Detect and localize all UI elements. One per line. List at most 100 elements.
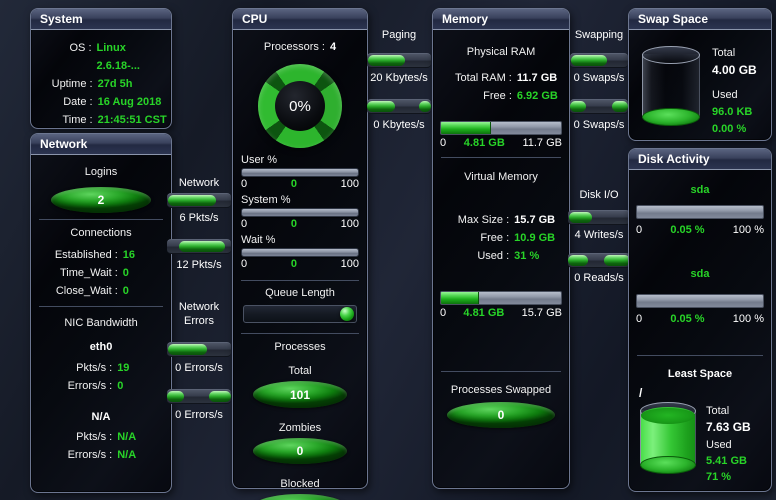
scale-current: 0.05 % bbox=[670, 313, 704, 325]
max-size-value: 15.7 GB bbox=[514, 211, 555, 229]
na-errors-row: Errors/s : N/A bbox=[31, 446, 171, 464]
swapping-label-1: 0 Swaps/s bbox=[570, 71, 628, 85]
swap-used-value: 96.0 KB bbox=[712, 105, 757, 120]
physical-ram-fill bbox=[441, 122, 491, 134]
established-row: Established : 16 bbox=[31, 246, 171, 264]
disk-io-label-2: 0 Reads/s bbox=[568, 271, 630, 285]
eth0-pkts-row: Pkts/s : 19 bbox=[31, 359, 171, 377]
zombies-label: Zombies bbox=[233, 422, 367, 434]
swap-total-value: 4.00 GB bbox=[712, 63, 757, 78]
zombies-gauge: 0 bbox=[253, 438, 347, 464]
network-errors-label-1: 0 Errors/s bbox=[167, 361, 231, 375]
disk-activity-panel: Disk Activity sda 0 0.05 % 100 % sda 0 0… bbox=[628, 148, 772, 492]
na-pkts-label: Pkts/s : bbox=[31, 428, 112, 446]
ram-free-value: 6.92 GB bbox=[517, 87, 558, 105]
least-space-total-value: 7.63 GB bbox=[706, 420, 751, 434]
connections-heading: Connections bbox=[31, 227, 171, 239]
flow-activity-segment bbox=[368, 55, 405, 66]
date-row: Date : 16 Aug 2018 bbox=[31, 93, 171, 111]
nic-na-name: N/A bbox=[31, 411, 171, 423]
scale-max: 15.7 GB bbox=[522, 307, 562, 319]
cylinder-rim bbox=[642, 46, 700, 64]
time-row: Time : 21:45:51 CST bbox=[31, 111, 171, 129]
queue-indicator-ball bbox=[340, 307, 354, 321]
swap-space-panel-title: Swap Space bbox=[629, 9, 771, 30]
paging-bar-2 bbox=[367, 99, 431, 114]
swapping-bar-1 bbox=[570, 53, 628, 68]
network-flow-bar-2 bbox=[167, 239, 231, 254]
uptime-row: Uptime : 27d 5h bbox=[31, 75, 171, 93]
close-wait-row: Close_Wait : 0 bbox=[31, 282, 171, 300]
virtual-memory-heading: Virtual Memory bbox=[433, 171, 569, 183]
least-space-heading: Least Space bbox=[629, 368, 771, 380]
system-panel-title: System bbox=[31, 9, 171, 30]
time-wait-value: 0 bbox=[123, 264, 129, 282]
vm-used-label: Used : bbox=[433, 247, 509, 265]
processes-total-value: 101 bbox=[290, 388, 310, 402]
divider bbox=[39, 306, 163, 307]
vm-free-value: 10.9 GB bbox=[514, 229, 555, 247]
disk-io-flow-column: Disk I/O 4 Writes/s 0 Reads/s bbox=[568, 188, 630, 285]
vm-used-value: 31 % bbox=[514, 247, 539, 265]
total-ram-row: Total RAM : 11.7 GB bbox=[433, 69, 569, 87]
cylinder-base bbox=[642, 108, 700, 126]
os-value: Linux 2.6.18-... bbox=[97, 39, 171, 75]
vm-used-row: Used : 31 % bbox=[433, 247, 569, 265]
network-flow-title: Network bbox=[167, 176, 231, 190]
scale-min: 0 bbox=[440, 307, 446, 319]
swap-used-pct: 0.00 % bbox=[712, 122, 757, 137]
network-errors-label-2: 0 Errors/s bbox=[167, 408, 231, 422]
disk-sda-bar-1 bbox=[636, 205, 764, 219]
paging-label-1: 20 Kbytes/s bbox=[367, 71, 431, 85]
scale-max: 100 % bbox=[733, 224, 764, 236]
swapping-label-2: 0 Swaps/s bbox=[570, 118, 628, 132]
processes-total-label: Total bbox=[233, 365, 367, 377]
queue-length-gauge bbox=[243, 305, 357, 323]
scale-min: 0 bbox=[440, 137, 446, 149]
physical-ram-heading: Physical RAM bbox=[433, 46, 569, 58]
os-row: OS : Linux 2.6.18-... bbox=[31, 39, 171, 75]
cpu-panel: CPU Processors : 4 0% User % 0 0 100 Sys… bbox=[232, 8, 368, 489]
vm-free-label: Free : bbox=[433, 229, 509, 247]
scale-max: 100 % bbox=[733, 313, 764, 325]
scale-min: 0 bbox=[636, 313, 642, 325]
scale-max: 11.7 GB bbox=[522, 137, 562, 149]
nic-bandwidth-heading: NIC Bandwidth bbox=[31, 317, 171, 329]
swap-total-label: Total bbox=[712, 46, 757, 61]
os-label: OS : bbox=[31, 39, 92, 57]
established-value: 16 bbox=[123, 246, 135, 264]
ram-free-label: Free : bbox=[433, 87, 512, 105]
network-panel: Network Logins 2 Connections Established… bbox=[30, 133, 172, 493]
network-flow-label-2: 12 Pkts/s bbox=[167, 258, 231, 272]
cpu-panel-title: CPU bbox=[233, 9, 367, 30]
max-size-row: Max Size : 15.7 GB bbox=[433, 211, 569, 229]
flow-activity-segment bbox=[209, 391, 231, 402]
network-errors-bar-2 bbox=[167, 389, 231, 404]
swap-cylinder-gauge bbox=[642, 46, 700, 126]
network-flow-column: Network 6 Pkts/s 12 Pkts/s Network Error… bbox=[167, 176, 231, 422]
flow-activity-segment bbox=[570, 101, 586, 112]
divider bbox=[39, 219, 163, 220]
scale-min: 0 bbox=[241, 178, 247, 190]
swap-used-label: Used bbox=[712, 88, 757, 103]
total-ram-label: Total RAM : bbox=[433, 69, 512, 87]
flow-activity-segment bbox=[419, 101, 431, 112]
disk-sda-name-2: sda bbox=[629, 268, 771, 280]
processors-label: Processors : bbox=[264, 38, 325, 56]
scale-max: 100 bbox=[341, 258, 359, 270]
eth0-pkts-label: Pkts/s : bbox=[31, 359, 112, 377]
system-pct-label: System % bbox=[241, 194, 367, 206]
time-label: Time : bbox=[31, 111, 93, 129]
memory-panel-title: Memory bbox=[433, 9, 569, 30]
vm-free-row: Free : 10.9 GB bbox=[433, 229, 569, 247]
least-space-cylinder-gauge bbox=[640, 402, 696, 474]
liquid-surface bbox=[641, 407, 695, 424]
processes-swapped-heading: Processes Swapped bbox=[433, 384, 569, 396]
na-errors-label: Errors/s : bbox=[31, 446, 112, 464]
scale-min: 0 bbox=[636, 224, 642, 236]
cpu-usage-gauge: 0% bbox=[258, 64, 342, 148]
na-pkts-value: N/A bbox=[117, 428, 136, 446]
disk-io-bar-2 bbox=[568, 253, 630, 268]
flow-activity-segment bbox=[168, 344, 208, 355]
disk-sda-scale-1: 0 0.05 % 100 % bbox=[636, 224, 764, 236]
